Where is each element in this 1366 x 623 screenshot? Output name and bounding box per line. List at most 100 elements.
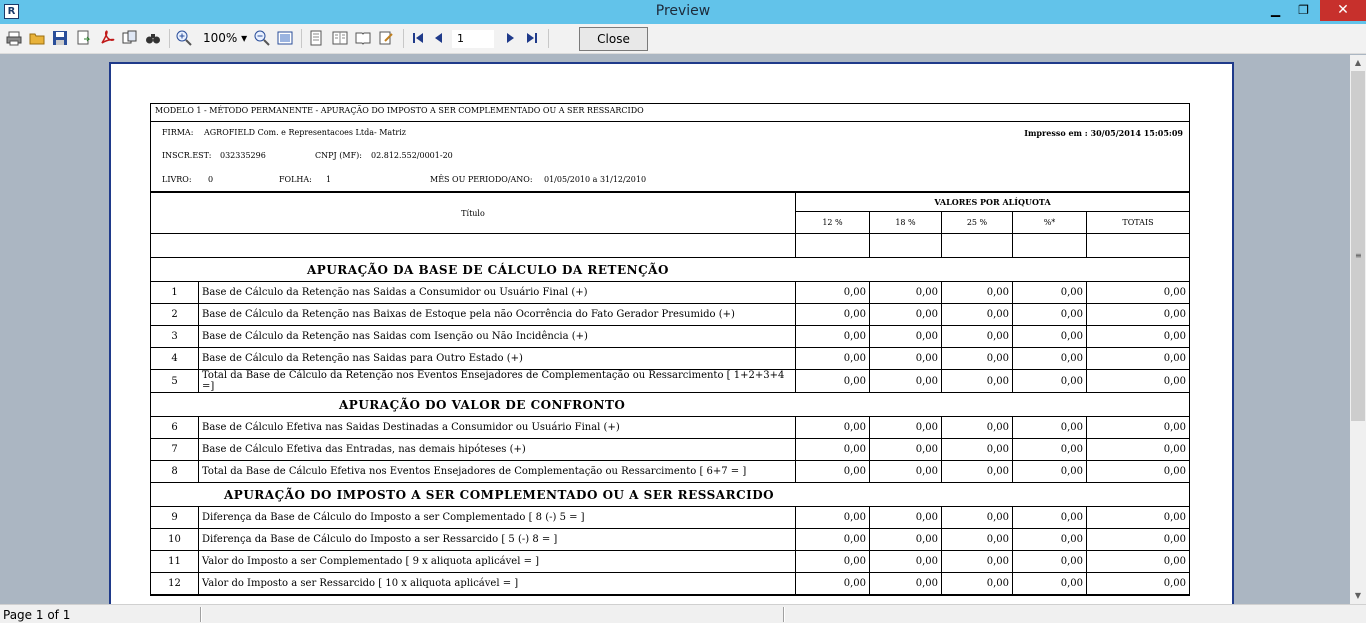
table-row: 5 Total da Base de Cálculo da Retenção no… [150, 369, 1190, 393]
value-cell: 0,00 [941, 528, 1013, 551]
value-cell: 0,00 [795, 347, 870, 370]
inscr-label: INSCR.EST: [162, 151, 212, 160]
value-cell: 0,00 [1012, 303, 1087, 326]
value-cell: 0,00 [795, 506, 870, 529]
value-cell: 0,00 [1086, 281, 1190, 304]
close-button[interactable]: Close [579, 27, 648, 51]
zoom-in-icon[interactable] [176, 30, 192, 46]
value-cell: 0,00 [941, 369, 1013, 393]
edit-icon[interactable] [378, 30, 394, 46]
value-cell: 0,00 [941, 506, 1013, 529]
scroll-up-icon[interactable]: ▲ [1350, 55, 1366, 71]
value-cell: 0,00 [1086, 369, 1190, 393]
row-number: 11 [150, 550, 199, 573]
value-cell: 0,00 [869, 369, 942, 393]
toolbar-separator [301, 29, 302, 48]
table-row: 10 Diferença da Base de Cálculo do Impost… [150, 528, 1190, 551]
value-cell: 0,00 [795, 572, 870, 595]
previous-page-icon[interactable] [431, 30, 447, 46]
page-width-icon[interactable] [277, 30, 293, 46]
row-number: 4 [150, 347, 199, 370]
value-cell: 0,00 [1086, 528, 1190, 551]
empty-cell [869, 233, 942, 258]
value-cell: 0,00 [1086, 325, 1190, 348]
scroll-down-icon[interactable]: ▼ [1350, 588, 1366, 604]
row-number: 2 [150, 303, 199, 326]
livro-value: 0 [208, 175, 214, 184]
print-icon[interactable] [6, 30, 22, 46]
title-bar: R Preview ▁ ❐ ✕ [0, 0, 1366, 24]
value-cell: 0,00 [941, 572, 1013, 595]
row-number: 5 [150, 369, 199, 393]
toolbar: 100% ▾ 1 Close [0, 24, 1366, 54]
value-cell: 0,00 [869, 416, 942, 439]
row-number: 12 [150, 572, 199, 595]
row-label: Base de Cálculo da Retenção nas Saidas a… [198, 281, 796, 304]
report-header: MODELO 1 - MÉTODO PERMANENTE - APURAÇÃO … [151, 104, 1189, 192]
valores-header: VALORES POR ALÍQUOTA [795, 192, 1190, 212]
book-icon[interactable] [355, 30, 371, 46]
maximize-button[interactable]: ❐ [1290, 0, 1317, 21]
value-cell: 0,00 [941, 347, 1013, 370]
value-cell: 0,00 [869, 325, 942, 348]
pdf-icon[interactable] [99, 30, 115, 46]
export-icon[interactable] [76, 30, 92, 46]
value-cell: 0,00 [1012, 416, 1087, 439]
value-cell: 0,00 [1012, 369, 1087, 393]
row-label: Valor do Imposto a ser Ressarcido [ 10 x… [198, 572, 796, 595]
table-row: 8 Total da Base de Cálculo Efetiva nos Ev… [150, 460, 1190, 483]
zoom-select[interactable]: 100% ▾ [203, 31, 247, 45]
empty-cell [1086, 233, 1190, 258]
preview-area[interactable]: MODELO 1 - MÉTODO PERMANENTE - APURAÇÃO … [0, 55, 1350, 622]
empty-cell [941, 233, 1013, 258]
value-cell: 0,00 [795, 303, 870, 326]
single-page-icon[interactable] [308, 30, 324, 46]
firma-label: FIRMA: [162, 128, 194, 137]
row-number: 1 [150, 281, 199, 304]
copy-icon[interactable] [122, 30, 138, 46]
grip-icon: ≡ [1355, 251, 1362, 260]
page-number-input[interactable]: 1 [452, 30, 494, 48]
open-folder-icon[interactable] [29, 30, 45, 46]
divider [151, 121, 1189, 122]
value-cell: 0,00 [795, 460, 870, 483]
next-page-icon[interactable] [502, 30, 518, 46]
empty-cell [795, 233, 870, 258]
save-icon[interactable] [52, 30, 68, 46]
two-pages-icon[interactable] [332, 30, 348, 46]
last-page-icon[interactable] [524, 30, 540, 46]
close-window-button[interactable]: ✕ [1320, 0, 1366, 21]
value-cell: 0,00 [869, 281, 942, 304]
value-cell: 0,00 [1086, 438, 1190, 461]
zoom-out-icon[interactable] [254, 30, 270, 46]
vertical-scrollbar[interactable]: ▲ ≡ ▼ [1350, 55, 1366, 604]
first-page-icon[interactable] [410, 30, 426, 46]
status-separator [200, 607, 202, 622]
value-cell: 0,00 [1012, 550, 1087, 573]
row-label: Diferença da Base de Cálculo do Imposto … [198, 528, 796, 551]
firma-value: AGROFIELD Com. e Representacoes Ltda- Ma… [204, 128, 406, 137]
value-cell: 0,00 [1012, 460, 1087, 483]
value-cell: 0,00 [1086, 506, 1190, 529]
value-cell: 0,00 [941, 438, 1013, 461]
report-title: MODELO 1 - MÉTODO PERMANENTE - APURAÇÃO … [155, 106, 644, 115]
value-cell: 0,00 [869, 506, 942, 529]
minimize-button[interactable]: ▁ [1262, 0, 1289, 21]
value-cell: 0,00 [869, 528, 942, 551]
row-label: Total da Base de Cálculo da Retenção nos… [198, 369, 796, 393]
scrollbar-thumb[interactable]: ≡ [1351, 71, 1365, 421]
value-cell: 0,00 [1012, 572, 1087, 595]
cnpj-value: 02.812.552/0001-20 [371, 151, 453, 160]
table-row: 6 Base de Cálculo Efetiva nas Saidas Dest… [150, 416, 1190, 439]
titulo-header: Título [150, 192, 796, 234]
livro-label: LIVRO: [162, 175, 192, 184]
find-icon[interactable] [145, 30, 161, 46]
empty-cell [150, 233, 796, 258]
section-title: APURAÇÃO DO VALOR DE CONFRONTO [150, 392, 1190, 417]
row-label: Base de Cálculo da Retenção nas Saidas c… [198, 325, 796, 348]
row-label: Base de Cálculo da Retenção nas Baixas d… [198, 303, 796, 326]
table-row: 1 Base de Cálculo da Retenção nas Saidas … [150, 281, 1190, 304]
value-cell: 0,00 [869, 438, 942, 461]
table-row: 3 Base de Cálculo da Retenção nas Saidas … [150, 325, 1190, 348]
value-cell: 0,00 [869, 460, 942, 483]
